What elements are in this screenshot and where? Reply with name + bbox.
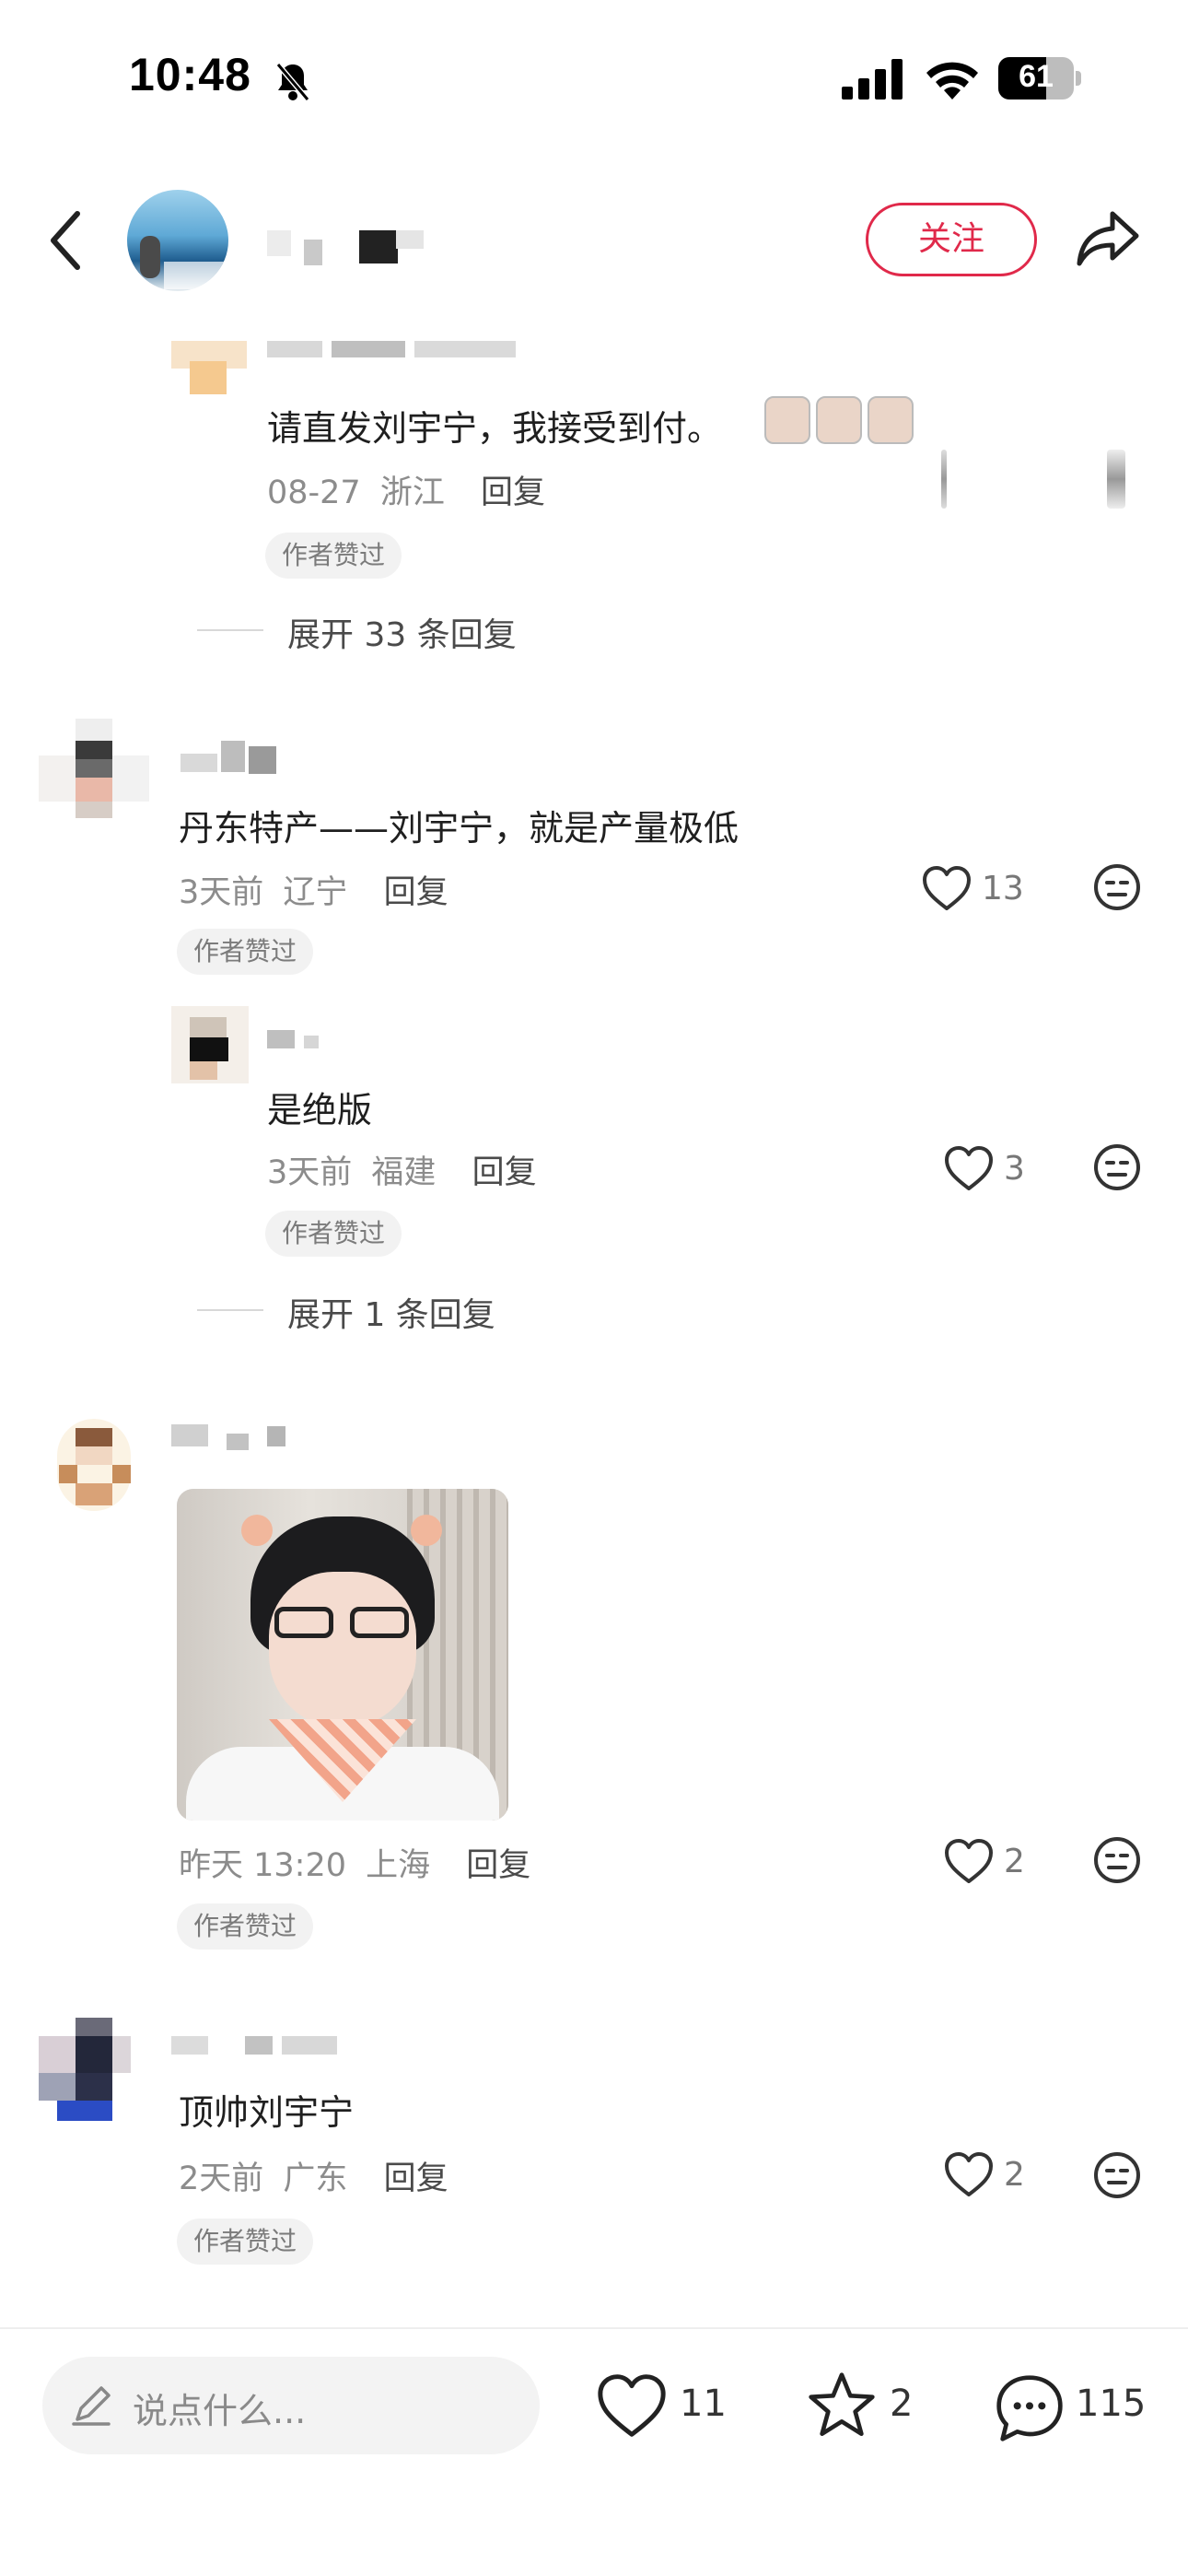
commenter-username-pixelated xyxy=(181,741,291,774)
author-liked-badge: 作者赞过 xyxy=(265,533,402,579)
sticker-emoji-1 xyxy=(764,396,810,444)
commenter-avatar-pixelated xyxy=(39,1410,149,1520)
pencil-icon xyxy=(70,2384,112,2427)
scroll-indicator xyxy=(941,450,947,509)
comment-date: 昨天 13:20 xyxy=(179,1847,346,1884)
like-count: 13 xyxy=(982,870,1024,907)
emoji-icon[interactable] xyxy=(1092,1835,1142,1885)
commenter-avatar-pixelated xyxy=(39,719,149,829)
comment-meta: 3天前 辽宁 回复 xyxy=(179,866,448,913)
reply-username-pixelated xyxy=(267,341,516,363)
expand-divider xyxy=(197,629,263,631)
favorite-total-count: 2 xyxy=(890,2383,914,2425)
like-count: 2 xyxy=(1004,2156,1025,2194)
comment-date: 08-27 xyxy=(267,474,361,511)
cellular-signal-icon xyxy=(842,59,906,100)
emoji-icon[interactable] xyxy=(1092,1142,1142,1192)
follow-button[interactable]: 关注 xyxy=(866,203,1037,276)
author-name-pixelated xyxy=(267,230,424,267)
comment-input[interactable]: 说点什么... xyxy=(42,2357,540,2454)
commenter-avatar-pixelated xyxy=(39,2018,149,2128)
comment-meta: 3天前 福建 回复 xyxy=(267,1146,537,1193)
author-liked-badge: 作者赞过 xyxy=(177,929,314,975)
reply-avatar-pixelated xyxy=(171,1006,249,1083)
commenter-username-pixelated xyxy=(171,2036,346,2058)
comment-meta: 2天前 广东 回复 xyxy=(179,2152,448,2199)
comment-text: 是绝版 xyxy=(267,1090,373,1130)
heart-icon[interactable] xyxy=(921,864,973,912)
comment-total-count: 115 xyxy=(1076,2383,1147,2425)
comment-region: 福建 xyxy=(371,1154,437,1191)
reply-username-pixelated xyxy=(267,1030,341,1052)
comment-text: 请直发刘宇宁，我接受到付。 xyxy=(267,408,723,449)
reply-avatar-pixelated xyxy=(171,341,247,398)
expand-divider xyxy=(197,1309,263,1311)
author-avatar[interactable] xyxy=(127,190,228,291)
author-liked-badge: 作者赞过 xyxy=(177,2219,314,2265)
reply-button[interactable]: 回复 xyxy=(384,874,448,911)
like-count: 3 xyxy=(1004,1150,1025,1188)
comment-image[interactable] xyxy=(177,1489,508,1821)
heart-icon[interactable] xyxy=(943,2150,995,2198)
comment-region: 浙江 xyxy=(379,474,445,511)
comment-text: 顶帅刘宇宁 xyxy=(179,2092,355,2133)
star-icon[interactable] xyxy=(805,2370,879,2441)
reply-button[interactable]: 回复 xyxy=(472,1154,537,1191)
sticker-emoji-group xyxy=(764,396,915,446)
comment-meta: 08-27 浙江 回复 xyxy=(267,466,545,513)
emoji-icon[interactable] xyxy=(1092,2150,1142,2200)
author-liked-badge: 作者赞过 xyxy=(177,1903,314,1950)
comment-date: 2天前 xyxy=(179,2160,264,2197)
chat-bubble-icon[interactable] xyxy=(993,2371,1066,2445)
like-count: 2 xyxy=(1004,1843,1025,1880)
battery-indicator: 61 xyxy=(998,57,1081,100)
wifi-icon xyxy=(925,57,980,100)
expand-replies-button[interactable]: 展开 1 条回复 xyxy=(287,1288,495,1336)
mute-bell-icon xyxy=(273,61,313,103)
comment-text: 丹东特产——刘宇宁，就是产量极低 xyxy=(179,808,740,849)
sticker-emoji-3 xyxy=(868,396,914,444)
battery-level: 61 xyxy=(1019,59,1054,94)
heart-icon[interactable] xyxy=(943,1144,995,1192)
back-chevron-icon[interactable] xyxy=(48,210,85,271)
reply-button[interactable]: 回复 xyxy=(384,2160,448,2197)
comment-date: 3天前 xyxy=(179,874,264,911)
comment-region: 辽宁 xyxy=(283,874,348,911)
comment-date: 3天前 xyxy=(267,1154,353,1191)
reply-button[interactable]: 回复 xyxy=(481,474,545,511)
like-total-count: 11 xyxy=(680,2383,727,2425)
reply-button[interactable]: 回复 xyxy=(466,1847,530,1884)
comment-region: 上海 xyxy=(366,1847,431,1884)
commenter-username-pixelated xyxy=(171,1424,291,1452)
like-heart-icon[interactable] xyxy=(595,2371,669,2440)
share-icon[interactable] xyxy=(1076,208,1140,269)
author-liked-badge: 作者赞过 xyxy=(265,1211,402,1257)
comment-meta: 昨天 13:20 上海 回复 xyxy=(179,1839,530,1886)
comment-region: 广东 xyxy=(283,2160,348,2197)
status-time: 10:48 xyxy=(129,49,251,100)
comment-input-placeholder: 说点什么... xyxy=(133,2391,307,2431)
bottom-bar-divider xyxy=(0,2327,1188,2329)
expand-replies-button[interactable]: 展开 33 条回复 xyxy=(287,608,517,656)
heart-icon[interactable] xyxy=(943,1837,995,1885)
sticker-emoji-2 xyxy=(816,396,862,444)
emoji-icon[interactable] xyxy=(1092,862,1142,912)
scroll-indicator xyxy=(1107,450,1125,509)
